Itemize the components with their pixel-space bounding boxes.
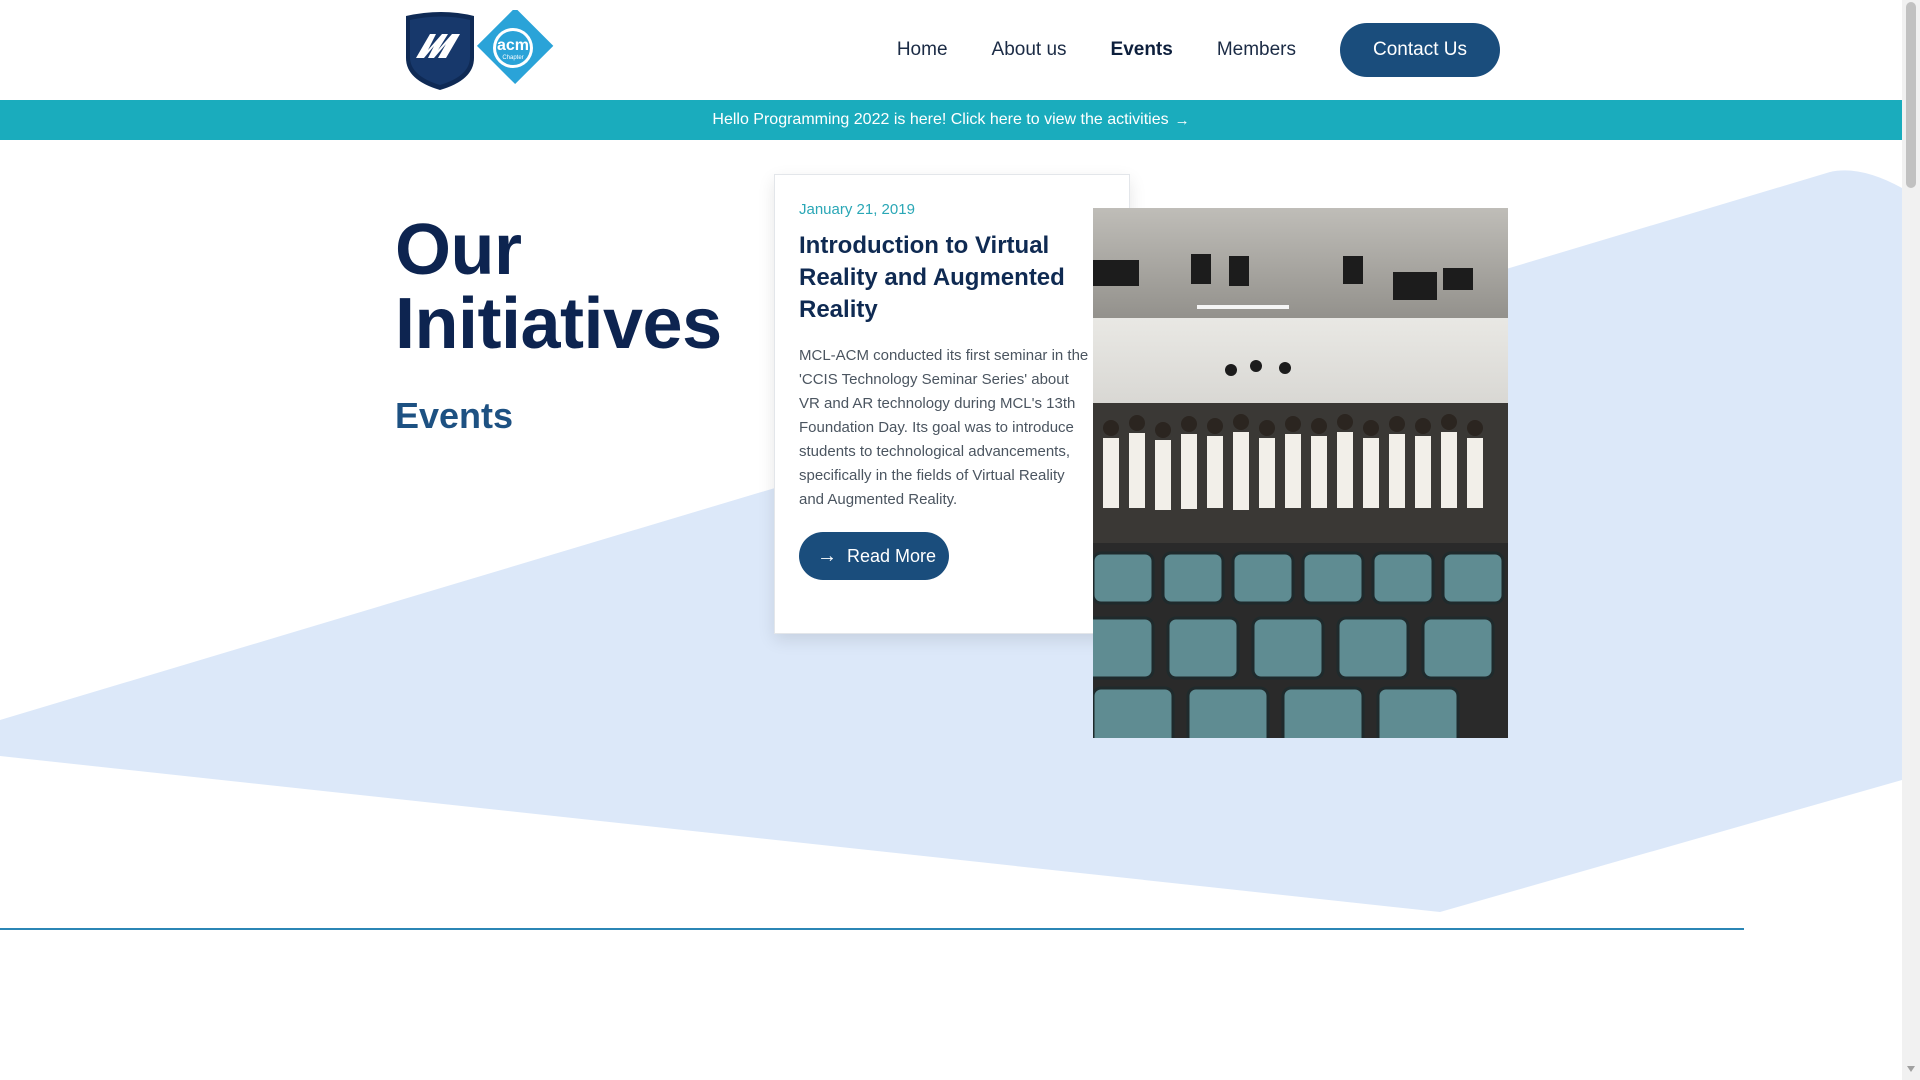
arrow-right-icon: → (1174, 111, 1190, 129)
announcement-bar[interactable]: Hello Programming 2022 is here! Click he… (0, 100, 1902, 140)
read-more-button[interactable]: → Read More (799, 532, 949, 580)
read-more-label: Read More (847, 545, 937, 566)
nav-events[interactable]: Events (1111, 39, 1173, 61)
site-header: acm Chapter Home About us Events Members… (0, 0, 1902, 100)
section-subtitle: Events (395, 395, 514, 436)
mcl-shield-logo-icon (406, 12, 474, 90)
event-description: MCL-ACM conducted its first seminar in t… (799, 347, 1089, 508)
svg-text:Chapter: Chapter (502, 55, 523, 61)
page-title-line-1: Our (395, 210, 522, 290)
nav-about-us[interactable]: About us (992, 39, 1067, 61)
announcement-text: Hello Programming 2022 is here! Click he… (712, 111, 1169, 128)
scrollbar-thumb[interactable] (1906, 2, 1916, 188)
contact-us-button[interactable]: Contact Us (1340, 23, 1500, 77)
event-title: Introduction to Virtual Reality and Augm… (799, 232, 1065, 323)
page-title-line-2: Initiatives (395, 284, 722, 364)
event-date: January 21, 2019 (799, 201, 915, 218)
page-title: Our Initiatives (395, 213, 722, 361)
site-logo[interactable]: acm Chapter (402, 10, 558, 90)
section-divider (0, 928, 1744, 930)
page-scrollbar[interactable] (1902, 0, 1920, 1080)
main-nav: Home About us Events Members Contact Us (853, 0, 1500, 100)
event-card: January 21, 2019 Introduction to Virtual… (774, 174, 1130, 634)
svg-text:acm: acm (497, 37, 529, 54)
scroll-down-icon[interactable] (1907, 1066, 1915, 1072)
acm-chapter-logo-icon: acm Chapter (476, 10, 554, 85)
arrow-right-icon: → (817, 544, 837, 567)
event-photo (1093, 208, 1508, 738)
nav-members[interactable]: Members (1217, 39, 1296, 61)
nav-home[interactable]: Home (897, 39, 948, 61)
